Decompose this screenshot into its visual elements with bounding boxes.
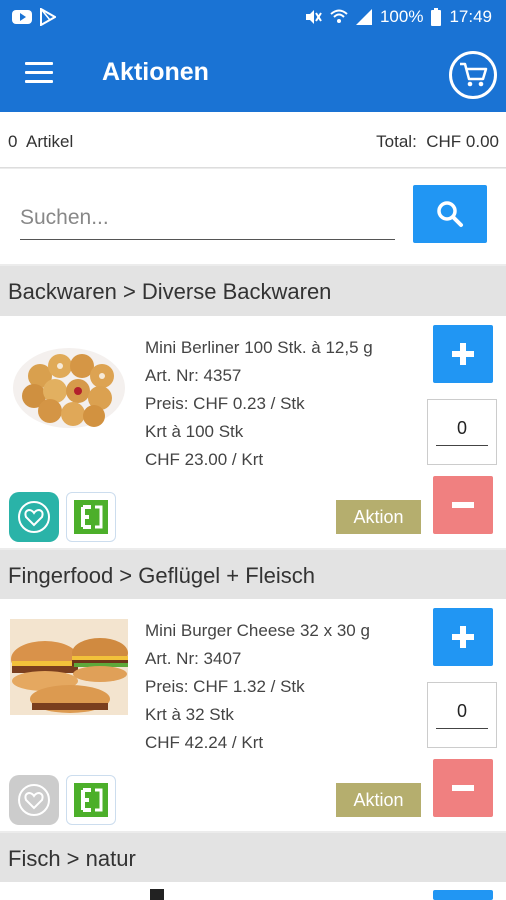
battery-icon: [431, 8, 442, 26]
search-bar: [0, 169, 506, 264]
mute-icon: [305, 10, 322, 24]
product-pack-price: CHF 42.24 / Krt: [145, 733, 264, 752]
supplier-logo: [66, 775, 116, 825]
product-article-number: Art. Nr: 4357: [145, 366, 242, 385]
minus-icon: [452, 785, 474, 791]
supplier-logo-icon: [74, 783, 108, 817]
quantity-value[interactable]: 0: [436, 701, 488, 729]
hamburger-menu-icon[interactable]: [25, 62, 53, 84]
wifi-icon: [330, 9, 348, 23]
product-pack-size: Krt à 100 Stk: [145, 422, 244, 441]
battery-percent: 100%: [379, 7, 424, 26]
product-card[interactable]: [0, 882, 506, 900]
search-input[interactable]: [20, 196, 395, 240]
play-store-icon: [40, 8, 56, 26]
product-unit-price: Preis: CHF 0.23 / Stk: [145, 394, 305, 413]
product-card[interactable]: Mini Berliner 100 Stk. à 12,5 g Art. Nr:…: [0, 316, 506, 548]
product-unit-price: Preis: CHF 1.32 / Stk: [145, 677, 305, 696]
category-header: Fingerfood > Geflügel + Fleisch: [0, 550, 506, 600]
cart-button[interactable]: [449, 51, 497, 99]
category-header: Backwaren > Diverse Backwaren: [0, 266, 506, 316]
quantity-field[interactable]: 0: [427, 682, 497, 748]
increase-quantity-button[interactable]: [433, 890, 493, 900]
favorite-button[interactable]: [9, 775, 59, 825]
heart-icon: [18, 501, 50, 533]
cart-total: Total: CHF 0.00: [376, 132, 499, 151]
product-image-berliner: [13, 348, 125, 428]
status-bar: 100% 17:49: [0, 0, 506, 36]
decrease-quantity-button[interactable]: [433, 759, 493, 817]
promotion-badge: Aktion: [336, 500, 421, 534]
cart-summary: 0 Artikel Total: CHF 0.00: [0, 112, 506, 168]
promotion-badge: Aktion: [336, 783, 421, 817]
signal-icon: [355, 9, 372, 25]
category-header: Fisch > natur: [0, 833, 506, 883]
heart-icon: [18, 784, 50, 816]
increase-quantity-button[interactable]: [433, 608, 493, 666]
product-name: Mini Berliner 100 Stk. à 12,5 g: [145, 338, 373, 357]
search-icon: [437, 201, 463, 227]
product-pack-price: CHF 23.00 / Krt: [145, 450, 264, 469]
product-image-burger: [10, 619, 128, 715]
favorite-button[interactable]: [9, 492, 59, 542]
product-pack-size: Krt à 32 Stk: [145, 705, 234, 724]
product-info: Mini Berliner 100 Stk. à 12,5 g Art. Nr:…: [145, 334, 373, 474]
plus-icon: [452, 343, 474, 365]
youtube-icon: [12, 10, 32, 24]
product-info: Mini Burger Cheese 32 x 30 g Art. Nr: 34…: [145, 617, 370, 757]
increase-quantity-button[interactable]: [433, 325, 493, 383]
product-article-number: Art. Nr: 3407: [145, 649, 242, 668]
quantity-field[interactable]: 0: [427, 399, 497, 465]
product-card[interactable]: Mini Burger Cheese 32 x 30 g Art. Nr: 34…: [0, 599, 506, 831]
plus-icon: [452, 626, 474, 648]
page-title: Aktionen: [102, 58, 209, 86]
product-image-fish: [150, 889, 164, 900]
search-button[interactable]: [413, 185, 487, 243]
supplier-logo: [66, 492, 116, 542]
minus-icon: [452, 502, 474, 508]
supplier-logo-icon: [74, 500, 108, 534]
app-bar: Aktionen: [0, 36, 506, 112]
article-count: 0 Artikel: [8, 132, 74, 151]
shopping-cart-icon: [460, 62, 488, 87]
quantity-value[interactable]: 0: [436, 418, 488, 446]
clock: 17:49: [449, 7, 492, 26]
decrease-quantity-button[interactable]: [433, 476, 493, 534]
product-name: Mini Burger Cheese 32 x 30 g: [145, 621, 370, 640]
